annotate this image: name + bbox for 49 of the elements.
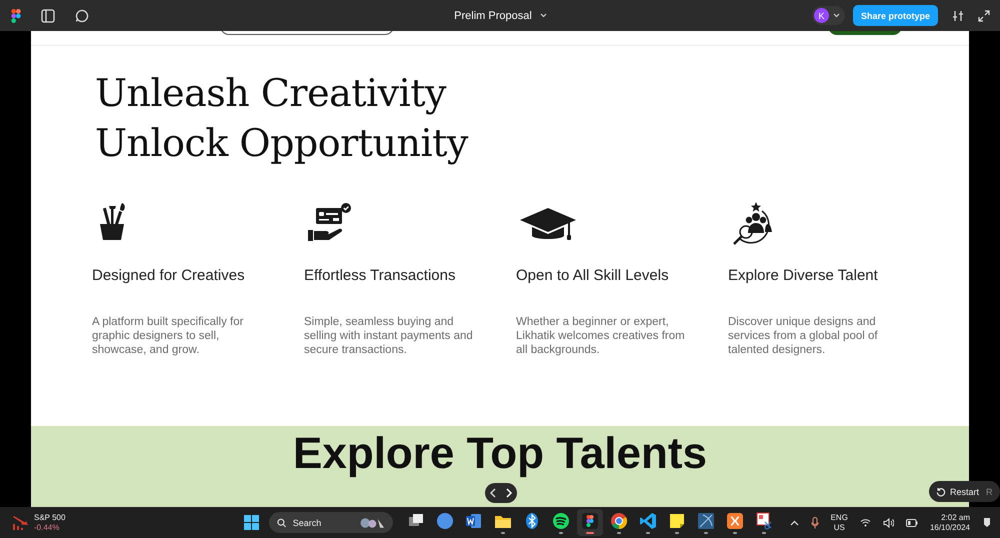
battery-icon[interactable] [906, 518, 918, 526]
speaker-icon[interactable] [882, 518, 894, 528]
language-indicator: US [834, 522, 845, 532]
windows-start-icon[interactable] [244, 515, 260, 530]
figma-app-icon[interactable] [581, 512, 600, 530]
circle-app-icon[interactable] [436, 512, 454, 530]
notification-icon[interactable] [982, 517, 992, 528]
sidebar-icon[interactable] [41, 8, 55, 22]
figma-logo-icon[interactable] [11, 8, 21, 22]
sticky-note-icon[interactable] [668, 512, 686, 530]
feature-title: Explore Diverse Talent [728, 266, 879, 286]
search-icon[interactable] [277, 516, 287, 528]
comment-icon[interactable] [75, 8, 89, 22]
wifi-icon[interactable] [860, 518, 871, 527]
feature-title: Open to All Skill Levels [516, 266, 670, 286]
document-app-icon[interactable] [465, 512, 484, 530]
microphone-icon[interactable] [810, 516, 819, 528]
clock-date[interactable]: 16/10/2024 [930, 522, 970, 532]
language-indicator: ENG [830, 512, 848, 522]
stock-change[interactable]: -0.44% [34, 522, 66, 532]
code-editor-icon[interactable] [639, 512, 658, 530]
next-icon[interactable] [505, 488, 513, 498]
feature-description: Discover unique designs and services from a global pool of talented designers. [728, 315, 879, 357]
fullscreen-icon[interactable] [978, 10, 990, 22]
music-app-icon[interactable] [552, 512, 570, 530]
hero-heading: Unleash Creativity [95, 70, 448, 117]
restart-button[interactable]: Restart R [929, 481, 1000, 502]
section-heading: Explore Top Talents [293, 432, 707, 476]
chevron-down-icon[interactable] [540, 13, 547, 18]
feature-title: Designed for Creatives [92, 266, 246, 286]
chevron-down-icon[interactable] [832, 13, 840, 18]
feature-title: Effortless Transactions [304, 266, 456, 286]
feature-description: Whether a beginner or expert, Likhatik welcomes creatives from all backgrounds. [516, 315, 686, 357]
stock-chart-icon[interactable] [12, 516, 28, 530]
previous-icon[interactable] [489, 488, 497, 498]
browser-icon[interactable] [610, 512, 628, 530]
stock-name[interactable]: S&P 500 [34, 512, 66, 522]
taskbar-app[interactable] [577, 509, 604, 536]
clock-time[interactable]: 2:02 am [941, 512, 970, 522]
card-in-hand-icon [308, 202, 352, 242]
feature-description: Simple, seamless buying and selling with instant payments and secure transactions. [304, 315, 474, 357]
hero-heading: Unlock Opportunity [95, 120, 470, 167]
document-title[interactable]: Prelim Proposal [454, 10, 532, 22]
chevron-up-icon[interactable] [790, 520, 799, 526]
scissors-app-icon[interactable] [755, 512, 774, 530]
restart-icon [936, 486, 946, 496]
settings-sliders-icon[interactable] [952, 10, 964, 22]
user-avatar[interactable]: K [814, 8, 829, 23]
feature-description: A platform built specifically for graphic designers to sell, showcase, and grow. [92, 315, 244, 357]
